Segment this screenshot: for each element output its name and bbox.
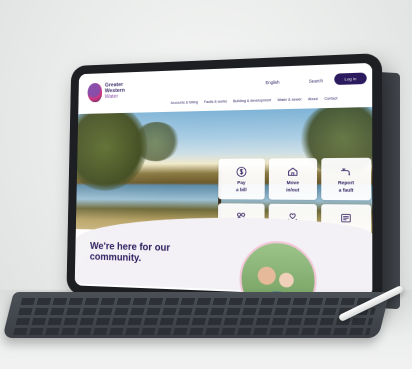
tile-label: in/out	[286, 187, 299, 192]
login-button[interactable]: Log in	[334, 72, 366, 85]
key-row	[13, 328, 371, 335]
hero-image: Pay a bill Move in/out Report a fault Up…	[76, 107, 372, 235]
house-icon	[287, 165, 300, 177]
search-link[interactable]: Search	[309, 78, 323, 84]
keyboard	[2, 292, 389, 338]
tagline-line-2: community.	[90, 252, 142, 264]
tablet-screen: Greater Western Water English Search Log…	[75, 63, 373, 297]
brand-logo-icon[interactable]	[87, 83, 102, 103]
tile-label: a fault	[339, 187, 354, 193]
nav-item-building[interactable]: Building & development	[233, 98, 271, 107]
key-row	[18, 308, 376, 315]
key-row	[20, 298, 378, 305]
brand-logo-text[interactable]: Greater Western Water	[105, 81, 142, 100]
community-tagline: We're here for our community.	[90, 241, 204, 266]
document-icon	[339, 212, 352, 225]
tile-label: Report	[338, 180, 354, 186]
key-row	[16, 318, 374, 325]
tile-pay-bill[interactable]: Pay a bill	[218, 158, 265, 199]
tap-icon	[340, 165, 353, 178]
tile-label: Pay	[237, 180, 245, 185]
nav-item-faults[interactable]: Faults & works	[204, 99, 227, 108]
nav-item-water[interactable]: Water & sewer	[277, 97, 301, 106]
dollar-icon	[235, 166, 247, 178]
site-header: Greater Western Water English Search Log…	[78, 63, 372, 112]
tile-label: a bill	[236, 187, 247, 192]
hero-tree	[132, 121, 180, 161]
tile-report-fault[interactable]: Report a fault	[321, 158, 371, 201]
tile-label: Move	[287, 180, 299, 185]
language-link[interactable]: English	[265, 80, 279, 86]
nav-item-about[interactable]: About	[308, 97, 318, 106]
nav-item-contact[interactable]: Contact	[324, 96, 337, 105]
logo-line-3: Water	[105, 93, 142, 100]
tile-move[interactable]: Move in/out	[269, 158, 317, 200]
nav-item-accounts[interactable]: Accounts & billing	[171, 100, 198, 109]
tablet-device: Greater Western Water English Search Log…	[66, 53, 382, 307]
